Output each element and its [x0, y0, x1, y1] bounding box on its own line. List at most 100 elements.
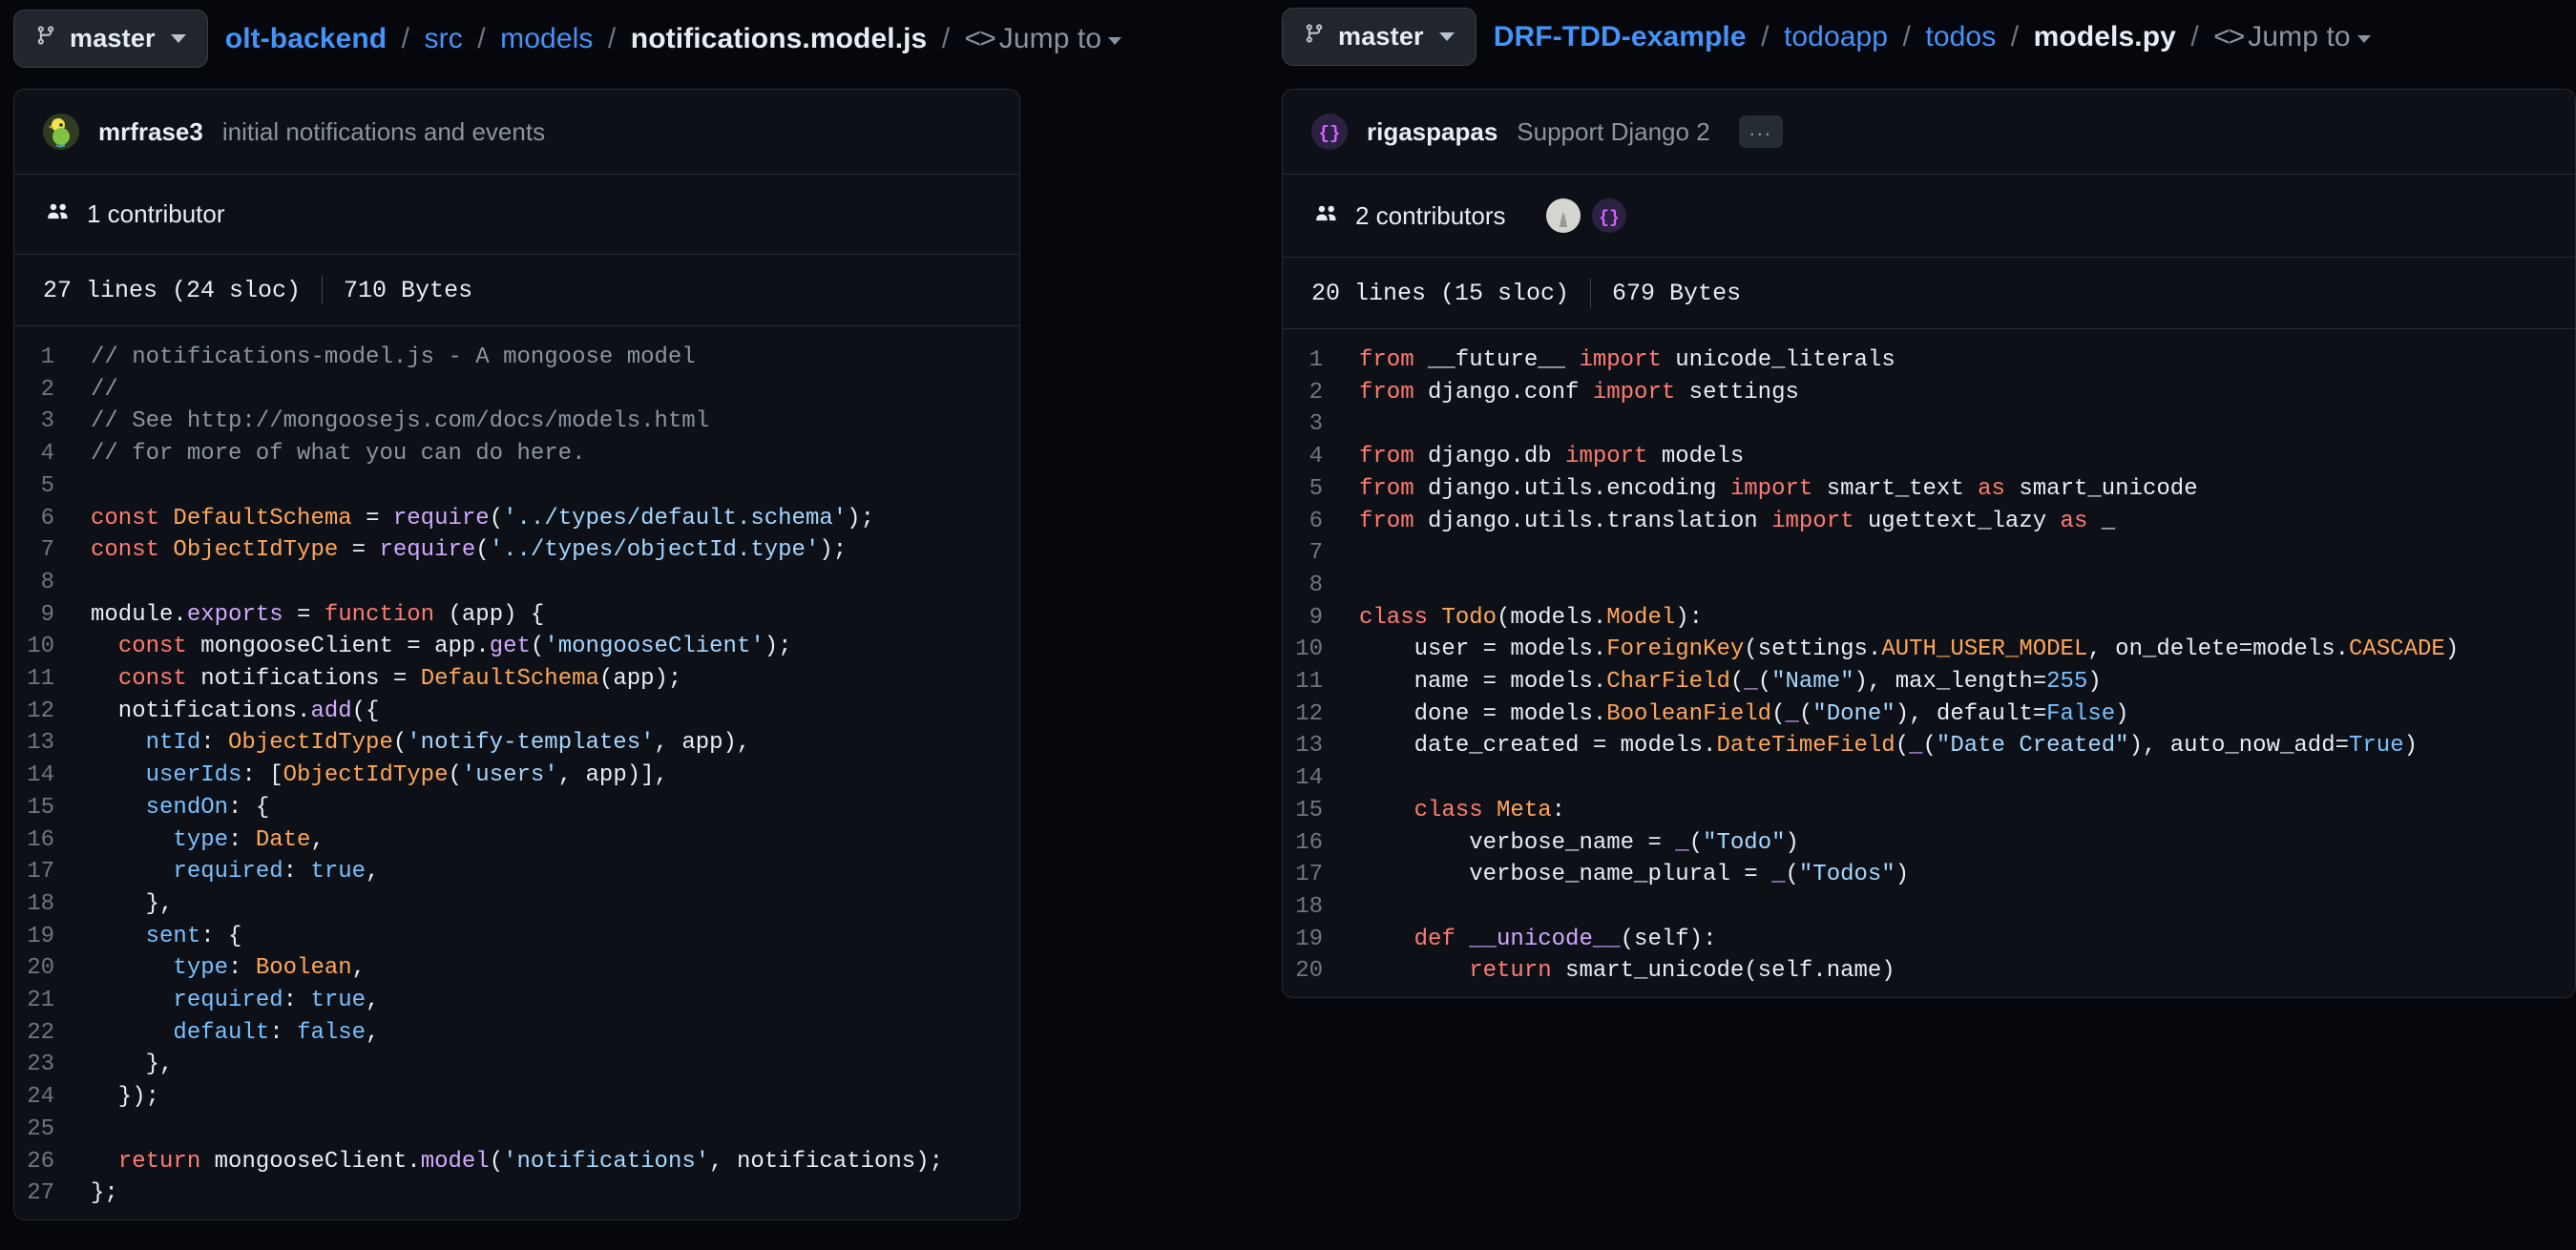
right-contributors-row[interactable]: 2 contributors {} — [1283, 175, 2575, 257]
code-line-text[interactable]: }, — [83, 888, 1019, 921]
code-line-text[interactable]: class Todo(models.Model): — [1351, 602, 2575, 635]
line-number[interactable]: 20 — [14, 952, 83, 985]
line-number[interactable]: 20 — [1283, 955, 1351, 988]
line-number[interactable]: 12 — [1283, 698, 1351, 731]
code-line-text[interactable]: sent: { — [83, 921, 1019, 953]
code-line-text[interactable]: // notifications-model.js - A mongoose m… — [83, 342, 1019, 374]
line-number[interactable]: 7 — [1283, 537, 1351, 570]
code-line-text[interactable]: const mongooseClient = app.get('mongoose… — [83, 631, 1019, 663]
right-code-block[interactable]: 1 from __future__ import unicode_literals… — [1283, 329, 2575, 998]
code-line-text[interactable]: type: Boolean, — [83, 952, 1019, 985]
code-line-text[interactable] — [1351, 408, 2575, 441]
line-number[interactable]: 2 — [14, 374, 83, 406]
line-number[interactable]: 2 — [1283, 377, 1351, 409]
code-line-text[interactable] — [1351, 537, 2575, 570]
code-line-text[interactable]: done = models.BooleanField(_("Done"), de… — [1351, 698, 2575, 731]
code-line-text[interactable]: def __unicode__(self): — [1351, 924, 2575, 956]
line-number[interactable]: 3 — [14, 406, 83, 438]
breadcrumb-dir-models[interactable]: models — [500, 23, 593, 54]
commit-expand-button[interactable]: ... — [1738, 115, 1784, 148]
code-line-text[interactable]: from django.conf import settings — [1351, 377, 2575, 409]
code-line-text[interactable]: }); — [83, 1081, 1019, 1114]
code-line-text[interactable] — [1351, 762, 2575, 795]
line-number[interactable]: 27 — [14, 1177, 83, 1210]
code-line-text[interactable]: class Meta: — [1351, 795, 2575, 827]
code-line-text[interactable]: }, — [83, 1049, 1019, 1081]
line-number[interactable]: 16 — [1283, 827, 1351, 860]
code-line-text[interactable] — [1351, 570, 2575, 602]
line-number[interactable]: 19 — [14, 921, 83, 953]
line-number[interactable]: 15 — [14, 792, 83, 824]
code-line-text[interactable]: required: true, — [83, 856, 1019, 888]
code-line-text[interactable]: date_created = models.DateTimeField(_("D… — [1351, 730, 2575, 762]
line-number[interactable]: 11 — [14, 663, 83, 696]
line-number[interactable]: 11 — [1283, 666, 1351, 698]
breadcrumb-repo[interactable]: olt-backend — [225, 23, 387, 54]
line-number[interactable]: 25 — [14, 1114, 83, 1146]
line-number[interactable]: 13 — [1283, 730, 1351, 762]
line-number[interactable]: 21 — [14, 985, 83, 1017]
code-line-text[interactable]: return mongooseClient.model('notificatio… — [83, 1146, 1019, 1178]
line-number[interactable]: 17 — [14, 856, 83, 888]
code-line-text[interactable]: }; — [83, 1177, 1019, 1210]
code-line-text[interactable] — [83, 470, 1019, 503]
line-number[interactable]: 13 — [14, 727, 83, 760]
code-line-text[interactable]: const DefaultSchema = require('../types/… — [83, 503, 1019, 535]
line-number[interactable]: 22 — [14, 1017, 83, 1050]
code-line-text[interactable]: verbose_name_plural = _("Todos") — [1351, 859, 2575, 891]
line-number[interactable]: 6 — [1283, 506, 1351, 538]
jump-to-label[interactable]: Jump to — [999, 23, 1101, 54]
line-number[interactable]: 19 — [1283, 924, 1351, 956]
braces-avatar[interactable]: {} — [1311, 114, 1348, 150]
code-line-text[interactable] — [1351, 891, 2575, 924]
code-line-text[interactable]: from django.utils.encoding import smart_… — [1351, 473, 2575, 506]
line-number[interactable]: 9 — [1283, 602, 1351, 635]
line-number[interactable]: 3 — [1283, 408, 1351, 441]
line-number[interactable]: 16 — [14, 824, 83, 857]
code-line-text[interactable]: name = models.CharField(_("Name"), max_l… — [1351, 666, 2575, 698]
commit-message[interactable]: Support Django 2 — [1517, 117, 1709, 147]
left-contributors-row[interactable]: 1 contributor — [14, 175, 1019, 254]
line-number[interactable]: 5 — [1283, 473, 1351, 506]
breadcrumb-dir-src[interactable]: src — [425, 23, 463, 54]
chevron-down-icon[interactable] — [2356, 34, 2371, 43]
code-line-text[interactable] — [83, 1114, 1019, 1146]
line-number[interactable]: 8 — [14, 567, 83, 599]
line-number[interactable]: 12 — [14, 696, 83, 728]
commit-author[interactable]: rigaspapas — [1367, 117, 1497, 147]
code-line-text[interactable]: from django.utils.translation import uge… — [1351, 506, 2575, 538]
line-number[interactable]: 23 — [14, 1049, 83, 1081]
code-line-text[interactable]: type: Date, — [83, 824, 1019, 857]
left-code-block[interactable]: 1 // notifications-model.js - A mongoose … — [14, 326, 1019, 1219]
line-number[interactable]: 8 — [1283, 570, 1351, 602]
code-line-text[interactable]: notifications.add({ — [83, 696, 1019, 728]
code-line-text[interactable]: from __future__ import unicode_literals — [1351, 344, 2575, 377]
ghost-avatar[interactable] — [1545, 198, 1581, 233]
line-number[interactable]: 18 — [1283, 891, 1351, 924]
line-number[interactable]: 15 — [1283, 795, 1351, 827]
breadcrumb-dir-todoapp[interactable]: todoapp — [1784, 21, 1888, 52]
code-line-text[interactable]: verbose_name = _("Todo") — [1351, 827, 2575, 860]
code-line-text[interactable]: default: false, — [83, 1017, 1019, 1050]
breadcrumb-repo[interactable]: DRF-TDD-example — [1494, 21, 1747, 52]
code-line-text[interactable]: ntId: ObjectIdType('notify-templates', a… — [83, 727, 1019, 760]
breadcrumb-dir-todos[interactable]: todos — [1925, 21, 1996, 52]
code-line-text[interactable]: user = models.ForeignKey(settings.AUTH_U… — [1351, 634, 2575, 666]
line-number[interactable]: 26 — [14, 1146, 83, 1178]
right-branch-selector[interactable]: master — [1282, 8, 1476, 66]
commit-author[interactable]: mrfrase3 — [98, 117, 203, 147]
code-line-text[interactable]: module.exports = function (app) { — [83, 599, 1019, 632]
left-branch-selector[interactable]: master — [13, 10, 208, 68]
line-number[interactable]: 10 — [1283, 634, 1351, 666]
line-number[interactable]: 1 — [14, 342, 83, 374]
code-line-text[interactable]: from django.db import models — [1351, 441, 2575, 473]
code-line-text[interactable]: required: true, — [83, 985, 1019, 1017]
line-number[interactable]: 7 — [14, 534, 83, 567]
bird-avatar[interactable] — [43, 114, 79, 150]
chevron-down-icon[interactable] — [1108, 36, 1122, 45]
line-number[interactable]: 9 — [14, 599, 83, 632]
code-line-text[interactable]: sendOn: { — [83, 792, 1019, 824]
line-number[interactable]: 5 — [14, 470, 83, 503]
line-number[interactable]: 24 — [14, 1081, 83, 1114]
line-number[interactable]: 1 — [1283, 344, 1351, 377]
